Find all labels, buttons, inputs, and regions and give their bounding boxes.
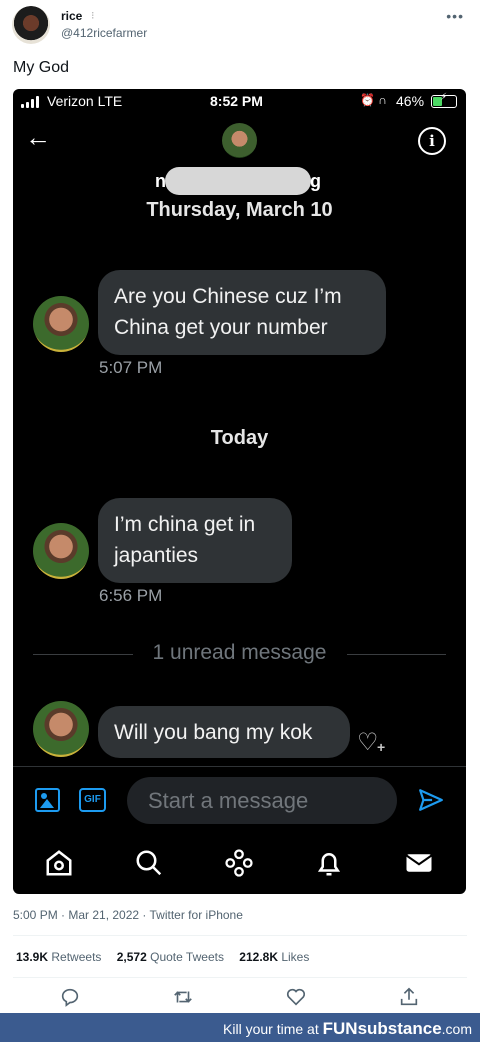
message-input[interactable] (127, 777, 397, 824)
gif-icon[interactable]: GIF (79, 788, 106, 812)
name-mark: ⁝ (91, 10, 95, 22)
banner-prefix: Kill your time at (223, 1021, 323, 1037)
tweet-text: My God (13, 59, 70, 76)
send-icon[interactable] (418, 787, 444, 813)
likes-count: 212.8K (239, 950, 278, 964)
tweet-timestamp[interactable]: 5:00 PM · Mar 21, 2022 · Twitter for iPh… (13, 908, 243, 922)
retweets-count: 13.9K (16, 950, 49, 964)
tab-bar (13, 836, 466, 891)
share-icon[interactable] (398, 986, 420, 1008)
message-line: Will you bang my kok (114, 721, 313, 744)
message-line: I’m china get in (114, 513, 256, 536)
likes-stat[interactable]: 212.8K Likes (239, 950, 309, 964)
site-banner: Kill your time at FUNsubstance.com (0, 1013, 480, 1042)
quote-tweets-label: Quote Tweets (150, 950, 224, 964)
spaces-icon[interactable] (224, 848, 254, 878)
messages-envelope-icon[interactable] (404, 848, 434, 878)
message-line: Are you Chinese cuz I’m (114, 285, 342, 308)
message-time: 6:56 PM (99, 586, 163, 605)
message-time: 5:07 PM (99, 358, 163, 377)
divider-line (347, 654, 446, 655)
tweet-header: rice ⁝ @412ricefarmer ••• (12, 6, 468, 46)
like-icon[interactable] (285, 986, 307, 1008)
divider (13, 935, 467, 936)
add-reaction-plus-icon: + (377, 739, 386, 755)
date-header: Thursday, March 10 (146, 199, 333, 221)
banner-brand-bold: FUN (322, 1019, 358, 1038)
author-avatar[interactable] (12, 6, 50, 44)
message-line: China get your number (114, 316, 328, 339)
sender-avatar[interactable] (33, 523, 89, 579)
message-bubble[interactable]: I’m china get in japanties (98, 498, 292, 583)
message-line: japanties (114, 544, 199, 567)
contact-avatar[interactable] (222, 123, 257, 158)
image-icon[interactable] (35, 788, 60, 812)
attached-screenshot[interactable]: Verizon LTE 8:52 PM ⏰ ∩ 46% ⚡ ← i n g Th… (13, 89, 466, 894)
alarm-headphones-icon: ⏰ ∩ (360, 93, 387, 107)
today-label: Today (210, 427, 269, 449)
battery-icon: ⚡ (431, 92, 457, 108)
author-handle[interactable]: @412ricefarmer (61, 26, 147, 40)
signal-icon (21, 96, 41, 108)
likes-label: Likes (281, 950, 310, 964)
retweets-label: Retweets (51, 950, 102, 964)
notifications-bell-icon[interactable] (314, 848, 344, 878)
divider (13, 977, 467, 978)
author-display-name[interactable]: rice (61, 9, 82, 23)
search-icon[interactable] (134, 848, 164, 878)
banner-text: Kill your time at FUNsubstance.com (223, 1019, 472, 1039)
back-arrow-icon[interactable]: ← (25, 124, 51, 150)
info-icon[interactable]: i (418, 127, 446, 155)
carrier-label: Verizon LTE (47, 93, 123, 109)
contact-name-end: g (310, 171, 321, 191)
sender-avatar[interactable] (33, 296, 89, 352)
more-options-icon[interactable]: ••• (446, 8, 464, 24)
quote-tweets-stat[interactable]: 2,572 Quote Tweets (117, 950, 224, 964)
retweets-stat[interactable]: 13.9K Retweets (16, 950, 101, 964)
reply-icon[interactable] (59, 986, 81, 1008)
sender-avatar[interactable] (33, 701, 89, 757)
redaction-bar (165, 167, 311, 195)
status-time: 8:52 PM (210, 93, 263, 109)
status-bar: Verizon LTE 8:52 PM ⏰ ∩ 46% ⚡ (13, 89, 466, 115)
battery-percentage: 46% (396, 93, 425, 109)
add-reaction-icon[interactable]: ♡ (357, 728, 379, 757)
message-bubble[interactable]: Will you bang my kok (98, 706, 350, 758)
home-icon[interactable] (44, 848, 74, 878)
retweet-icon[interactable] (172, 986, 194, 1008)
tweet-stats: 13.9K Retweets 2,572 Quote Tweets 212.8K… (16, 950, 321, 964)
unread-label: 1 unread message (152, 641, 327, 664)
unread-divider: 1 unread message (33, 641, 446, 667)
banner-suffix: .com (441, 1021, 472, 1037)
message-composer: GIF (13, 766, 466, 828)
message-bubble[interactable]: Are you Chinese cuz I’m China get your n… (98, 270, 386, 355)
quote-tweets-count: 2,572 (116, 950, 147, 964)
banner-brand-rest: substance (357, 1019, 442, 1038)
tweet-actions (0, 984, 480, 1010)
banner-brand: FUNsubstance (323, 1019, 442, 1038)
